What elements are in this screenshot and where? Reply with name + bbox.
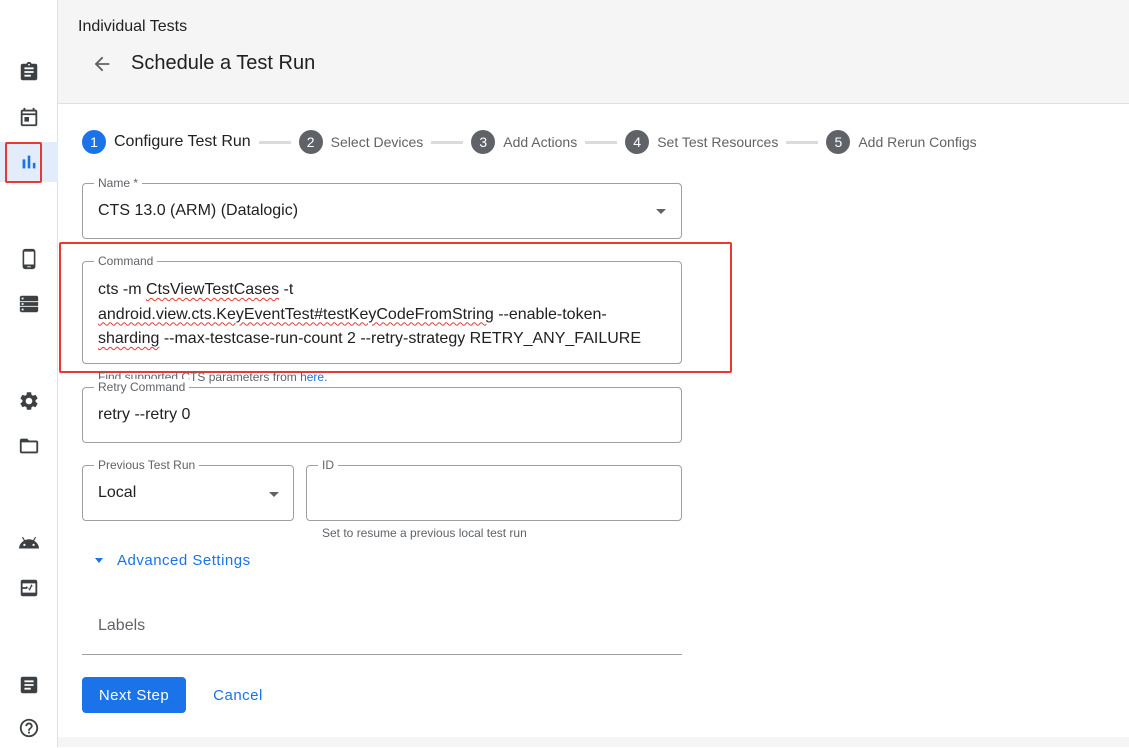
page-header: Individual Tests Schedule a Test Run (58, 0, 1129, 104)
nav-settings[interactable] (0, 381, 58, 421)
labels-input[interactable]: Labels (82, 600, 682, 655)
retry-command-value: retry --retry 0 (98, 406, 191, 423)
step-number: 1 (82, 130, 106, 154)
advanced-settings-toggle[interactable]: Advanced Settings (92, 552, 251, 569)
help-icon (19, 718, 39, 738)
previous-test-run-label: Previous Test Run (94, 457, 200, 473)
step-label: Set Test Resources (657, 134, 779, 150)
folder-icon (19, 438, 39, 454)
gear-icon (20, 392, 38, 410)
monitor-heartbeat-icon (20, 579, 38, 597)
calendar-icon (20, 107, 38, 127)
server-icon (19, 295, 39, 313)
step-connector (585, 140, 618, 144)
step-connector (431, 140, 464, 144)
android-icon (18, 536, 40, 549)
step-number: 4 (625, 130, 650, 154)
breadcrumb: Individual Tests (78, 18, 188, 35)
id-input[interactable]: ID (306, 457, 682, 521)
advanced-settings-label: Advanced Settings (117, 552, 251, 569)
step-select-devices[interactable]: 2 Select Devices (298, 130, 424, 154)
next-step-button[interactable]: Next Step (82, 677, 186, 713)
step-connector (786, 140, 819, 144)
step-label: Add Actions (503, 134, 578, 150)
phone-icon (22, 248, 36, 270)
retry-command-input[interactable]: Retry Command retry --retry 0 (82, 379, 682, 443)
step-set-test-resources[interactable]: 4 Set Test Resources (625, 130, 778, 154)
stepper: 1 Configure Test Run 2 Select Devices 3 … (82, 130, 977, 154)
step-label: Add Rerun Configs (858, 134, 977, 150)
step-number: 5 (826, 130, 851, 154)
back-button[interactable] (88, 50, 116, 78)
nav-help[interactable] (0, 708, 58, 748)
cancel-button[interactable]: Cancel (200, 677, 276, 713)
name-value: CTS 13.0 (ARM) (Datalogic) (98, 202, 299, 219)
previous-test-run-value: Local (98, 484, 137, 501)
nav-files[interactable] (0, 426, 58, 466)
nav-rail (0, 0, 58, 747)
nav-hosts[interactable] (0, 284, 58, 324)
nav-devices[interactable] (0, 239, 58, 279)
cts-parameters-link[interactable]: here (300, 370, 324, 384)
document-icon (20, 676, 38, 694)
previous-test-run-select[interactable]: Previous Test Run Local (82, 457, 294, 521)
step-label: Select Devices (330, 134, 424, 150)
step-add-rerun-configs[interactable]: 5 Add Rerun Configs (826, 130, 977, 154)
step-label: Configure Test Run (114, 133, 251, 150)
nav-monitor[interactable] (0, 568, 58, 608)
page-title: Schedule a Test Run (131, 52, 316, 74)
expand-arrow-icon (95, 558, 103, 563)
nav-highlight-box (5, 142, 42, 183)
nav-build-channels[interactable] (0, 523, 58, 563)
retry-command-label: Retry Command (94, 379, 190, 395)
labels-placeholder: Labels (98, 617, 146, 634)
id-label: ID (318, 457, 338, 473)
clipboard-icon (20, 61, 38, 81)
name-select[interactable]: Name * CTS 13.0 (ARM) (Datalogic) (82, 175, 682, 239)
bottom-strip (58, 737, 1129, 747)
dropdown-arrow-icon (269, 492, 279, 497)
command-highlight-box (59, 242, 732, 373)
step-configure-test-run[interactable]: 1 Configure Test Run (82, 130, 251, 154)
nav-test-plans[interactable] (0, 52, 58, 92)
step-number: 2 (298, 130, 323, 154)
step-number: 3 (471, 130, 496, 154)
nav-notes[interactable] (0, 665, 58, 705)
arrow-back-icon (94, 56, 110, 72)
id-hint: Set to resume a previous local test run (322, 526, 527, 540)
nav-schedule[interactable] (0, 97, 58, 137)
step-add-actions[interactable]: 3 Add Actions (471, 130, 577, 154)
step-connector (258, 140, 291, 144)
dropdown-arrow-icon (656, 209, 666, 214)
name-label: Name * (94, 175, 143, 191)
